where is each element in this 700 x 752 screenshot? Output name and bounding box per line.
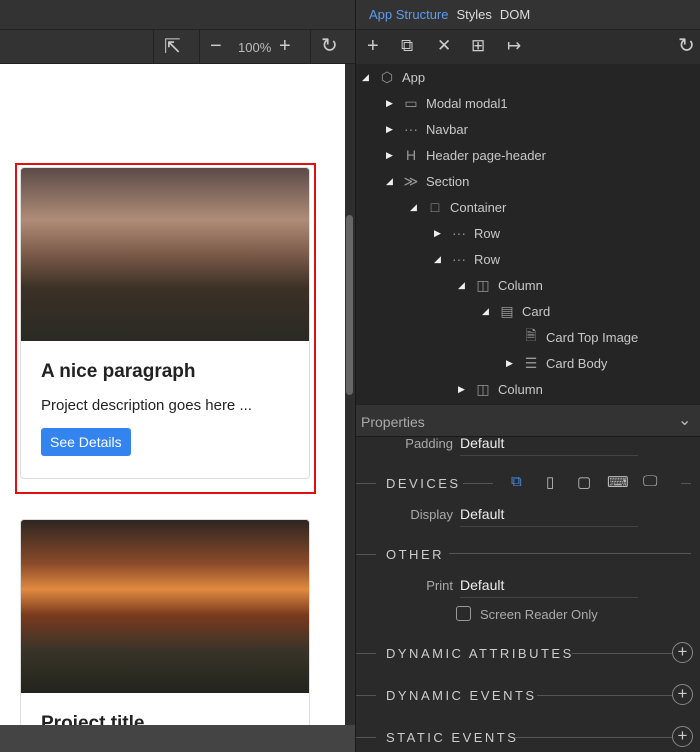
collapsed-arrow-icon[interactable]: ▶	[458, 384, 472, 395]
padding-select[interactable]: Default	[460, 435, 638, 456]
expanded-arrow-icon[interactable]: ◢	[434, 254, 448, 265]
zoom-out-button[interactable]: −	[210, 36, 222, 56]
tree-item-label: Row	[474, 251, 501, 267]
tree-item[interactable]: 🗎 Card Top Image	[506, 324, 638, 350]
tree-item[interactable]: ▶ ··· Navbar	[386, 116, 468, 142]
tree-item-label: Section	[426, 173, 470, 189]
window-icon: ▭	[404, 94, 418, 111]
card-icon: ▤	[500, 302, 514, 319]
tree-item[interactable]: ▶ H Header page-header	[386, 142, 546, 168]
dots-icon: ···	[452, 225, 466, 241]
phone-icon[interactable]: ▯	[546, 473, 554, 491]
tree-item[interactable]: ▶ ◫ Column	[458, 376, 543, 402]
tree-item-label: Modal modal1	[426, 95, 508, 111]
tab-styles[interactable]: Styles	[457, 7, 492, 22]
add-static-event-button[interactable]: +	[672, 726, 693, 747]
tree-item[interactable]: ◢ ··· Row	[434, 246, 500, 272]
all-devices-icon[interactable]: ⧉	[511, 473, 522, 490]
other-heading: OTHER	[386, 547, 444, 562]
dots-icon: ···	[404, 121, 418, 137]
tree-item[interactable]: ▶ ▭ Modal modal1	[386, 90, 508, 116]
print-select[interactable]: Default	[460, 577, 638, 598]
move-to-icon[interactable]: ↦	[507, 36, 521, 56]
screen-reader-checkbox[interactable]	[456, 606, 471, 621]
tree-item-label: Card Top Image	[546, 329, 639, 345]
tree-item[interactable]: ◢ ▤ Card	[482, 298, 550, 324]
collapsed-arrow-icon[interactable]: ▶	[506, 358, 520, 369]
tree-item-label: Column	[498, 277, 543, 293]
tree-item[interactable]: ◢ ⬡ App	[362, 64, 425, 90]
expanded-arrow-icon[interactable]: ◢	[410, 202, 424, 213]
add-dynamic-event-button[interactable]: +	[672, 684, 693, 705]
refresh-icon[interactable]: ↻	[321, 36, 338, 56]
tree-item[interactable]: ▶ ☰ Card Body	[506, 350, 607, 376]
lines-icon: ☰	[524, 354, 538, 371]
share-icon[interactable]: ⇱	[164, 37, 181, 57]
selection-outline	[15, 163, 316, 494]
tree-item[interactable]: ◢ ◫ Column	[458, 272, 543, 298]
tree-item-label: Navbar	[426, 121, 468, 137]
dynamic-events-heading: DYNAMIC EVENTS	[386, 688, 537, 703]
package-icon[interactable]: ⊞	[471, 36, 485, 56]
scrollbar-thumb[interactable]	[346, 215, 353, 395]
tree-item[interactable]: ▶ ··· Row	[434, 220, 500, 246]
collapsed-arrow-icon[interactable]: ▶	[386, 150, 400, 161]
collapsed-arrow-icon[interactable]: ▶	[434, 228, 448, 239]
laptop-icon[interactable]: ⌨	[607, 473, 629, 491]
padding-label: Padding	[405, 436, 453, 451]
panel-tabs: App Structure Styles DOM	[369, 7, 530, 22]
dynamic-attributes-heading: DYNAMIC ATTRIBUTES	[386, 646, 574, 661]
cube-icon: ⬡	[380, 68, 394, 85]
column-icon: ◫	[476, 276, 490, 293]
card-top-image	[21, 520, 309, 693]
print-label: Print	[426, 578, 453, 593]
tree-item[interactable]: ◢ ≫ Section	[386, 168, 469, 194]
tree-item-label: Card	[522, 303, 551, 319]
expanded-arrow-icon[interactable]: ◢	[386, 176, 400, 187]
column-icon: ◫	[476, 380, 490, 397]
tree-item-label: Container	[450, 199, 507, 215]
zoom-level: 100%	[238, 40, 272, 55]
static-events-heading: STATIC EVENTS	[386, 730, 519, 745]
collapsed-arrow-icon[interactable]: ▶	[386, 98, 400, 109]
display-select[interactable]: Default	[460, 506, 638, 527]
dots-icon: ···	[452, 251, 466, 267]
tree-item-label: App	[402, 69, 426, 85]
expanded-arrow-icon[interactable]: ◢	[482, 306, 496, 317]
display-label: Display	[410, 507, 453, 522]
tab-app-structure[interactable]: App Structure	[369, 7, 449, 22]
tree-item-label: Row	[474, 225, 501, 241]
image-icon: 🗎	[525, 327, 537, 343]
tree-item[interactable]: ◢ □ Container	[410, 194, 506, 220]
add-icon[interactable]: +	[367, 36, 379, 56]
properties-header[interactable]: Properties ⌄	[356, 404, 700, 437]
duplicate-icon[interactable]: ⧉	[401, 36, 413, 56]
project-card[interactable]: Project title	[20, 519, 310, 725]
tablet-icon[interactable]: ▢	[577, 473, 591, 491]
add-dynamic-attribute-button[interactable]: +	[672, 642, 693, 663]
card-title: Project title	[41, 713, 145, 725]
tree-item-label: Card Body	[546, 355, 608, 371]
desktop-icon[interactable]: 🖵	[643, 473, 657, 490]
tab-dom[interactable]: DOM	[500, 7, 530, 22]
expanded-arrow-icon[interactable]: ◢	[458, 280, 472, 291]
square-icon: □	[430, 199, 440, 215]
devices-heading: DEVICES	[386, 476, 461, 491]
heading-icon: H	[405, 147, 417, 163]
zoom-in-button[interactable]: +	[279, 36, 291, 56]
chevrons-icon: ≫	[403, 172, 419, 189]
tree-item-label: Column	[498, 381, 543, 397]
canvas-footer	[0, 725, 355, 752]
refresh-tree-icon[interactable]: ↻	[678, 36, 695, 56]
tree-item-label: Header page-header	[426, 147, 546, 163]
screen-reader-label: Screen Reader Only	[480, 607, 598, 622]
properties-title: Properties	[361, 414, 425, 430]
top-bar	[0, 0, 700, 30]
chevron-down-icon[interactable]: ⌄	[678, 410, 691, 430]
collapsed-arrow-icon[interactable]: ▶	[386, 124, 400, 135]
delete-icon[interactable]: ✕	[437, 36, 451, 56]
expanded-arrow-icon[interactable]: ◢	[362, 72, 376, 83]
